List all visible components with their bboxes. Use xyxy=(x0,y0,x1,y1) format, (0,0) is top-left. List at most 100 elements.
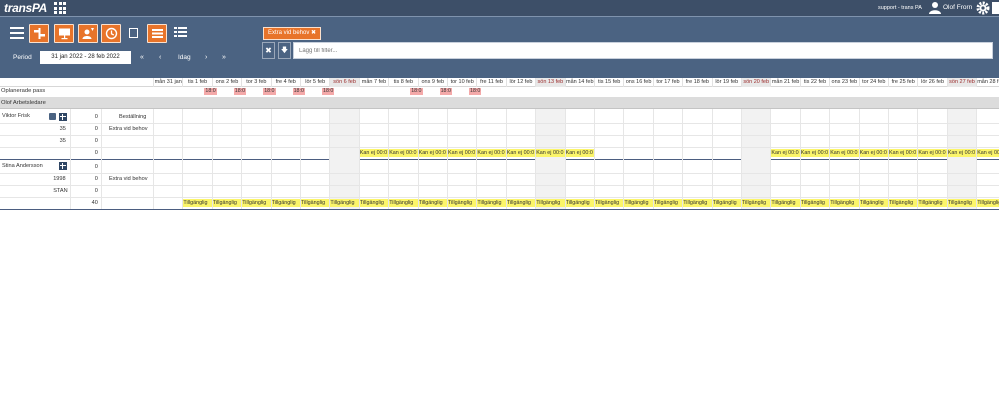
day-header-0[interactable]: mån 31 jan xyxy=(153,78,182,87)
day-header-8[interactable]: tis 8 feb xyxy=(388,78,417,87)
day-cell[interactable] xyxy=(300,109,329,159)
day-header-1[interactable]: tis 1 feb xyxy=(182,78,211,87)
availability-cell[interactable]: Tillgänglig xyxy=(183,199,212,207)
day-header-13[interactable]: sön 13 feb xyxy=(535,78,565,87)
availability-cell[interactable]: Tillgänglig xyxy=(624,199,653,207)
calendar-icon[interactable] xyxy=(59,162,67,170)
prev-period-button[interactable]: ‹ xyxy=(159,51,161,64)
day-header-2[interactable]: ons 2 feb xyxy=(211,78,241,87)
calendar-icon[interactable] xyxy=(59,113,67,121)
availability-cell[interactable]: Tillgänglig xyxy=(947,199,977,207)
availability-cell[interactable]: Tillgänglig xyxy=(389,199,418,207)
day-header-19[interactable]: lör 19 feb xyxy=(711,78,741,87)
unplanned-shift-5[interactable]: 18:0 xyxy=(410,88,423,95)
availability-cell[interactable]: Tillgänglig xyxy=(683,199,712,207)
person-name[interactable]: Viktor Frisk xyxy=(2,113,30,119)
day-header-17[interactable]: tor 17 feb xyxy=(652,78,682,87)
day-cell[interactable] xyxy=(153,159,182,209)
availability-cell[interactable]: Tillgänglig xyxy=(830,199,859,207)
unplanned-shift-6[interactable]: 18:0 xyxy=(439,88,452,95)
availability-cell[interactable]: Tillgänglig xyxy=(271,199,300,207)
side-panel-icon[interactable] xyxy=(992,2,999,14)
day-header-16[interactable]: ons 16 feb xyxy=(623,78,652,87)
time-button[interactable] xyxy=(101,24,121,43)
availability-cell[interactable]: Tillgänglig xyxy=(653,199,683,207)
period-input[interactable]: 31 jan 2022 - 28 feb 2022 xyxy=(40,51,131,64)
availability-cell[interactable]: Kan ej 00:0 xyxy=(800,149,830,157)
user-name[interactable]: Olof Frorn xyxy=(943,0,972,16)
availability-cell[interactable]: Kan ej 00:0 xyxy=(359,149,389,157)
active-filter-tag[interactable]: Extra vid behov ✖ xyxy=(263,27,322,40)
day-header-3[interactable]: tor 3 feb xyxy=(241,78,270,87)
group-header[interactable]: Olof Arbetsledare xyxy=(0,97,999,109)
user-icon[interactable] xyxy=(929,1,941,14)
availability-cell[interactable]: Tillgänglig xyxy=(330,199,359,207)
day-header-7[interactable]: mån 7 feb xyxy=(358,78,388,87)
availability-cell[interactable]: Tillgänglig xyxy=(536,199,565,207)
day-header-4[interactable]: fre 4 feb xyxy=(270,78,300,87)
availability-cell[interactable]: Kan ej 00:0 xyxy=(418,149,447,157)
day-header-28[interactable]: mån 28 feb xyxy=(976,78,999,87)
day-header-12[interactable]: lör 12 feb xyxy=(505,78,535,87)
day-cell[interactable] xyxy=(211,109,241,159)
apps-grid-icon[interactable] xyxy=(54,2,66,14)
day-cell[interactable] xyxy=(711,109,741,159)
day-cell[interactable] xyxy=(652,109,682,159)
availability-cell[interactable]: Kan ej 00:0 xyxy=(947,149,977,157)
availability-cell[interactable]: Tillgänglig xyxy=(242,199,271,207)
availability-cell[interactable]: Tillgänglig xyxy=(918,199,947,207)
day-header-27[interactable]: sön 27 feb xyxy=(946,78,977,87)
availability-cell[interactable]: Tillgänglig xyxy=(448,199,477,207)
day-cell[interactable] xyxy=(270,109,300,159)
day-cell[interactable] xyxy=(682,109,711,159)
availability-cell[interactable]: Kan ej 00:0 xyxy=(830,149,859,157)
availability-cell[interactable]: Tillgänglig xyxy=(712,199,741,207)
person-name[interactable]: Stina Andersson xyxy=(2,163,43,169)
availability-cell[interactable]: Tillgänglig xyxy=(418,199,447,207)
availability-cell[interactable]: Kan ej 00:0 xyxy=(565,149,594,157)
availability-cell[interactable]: Kan ej 00:0 xyxy=(889,149,918,157)
day-header-25[interactable]: fre 25 feb xyxy=(888,78,917,87)
availability-cell[interactable]: Tillgänglig xyxy=(859,199,888,207)
day-header-24[interactable]: tor 24 feb xyxy=(858,78,888,87)
first-period-button[interactable]: « xyxy=(140,51,144,64)
barcode-icon[interactable] xyxy=(129,28,138,38)
day-header-20[interactable]: sön 20 feb xyxy=(741,78,771,87)
filter-dropdown-icon[interactable]: 🡇 xyxy=(278,42,291,59)
gear-icon[interactable] xyxy=(976,1,990,15)
day-header-22[interactable]: tis 22 feb xyxy=(799,78,829,87)
unplanned-shift-2[interactable]: 18:0 xyxy=(263,88,276,95)
clear-filter-icon[interactable]: ✖ xyxy=(262,42,275,59)
day-header-10[interactable]: tor 10 feb xyxy=(447,78,476,87)
availability-cell[interactable]: Kan ej 00:0 xyxy=(859,149,888,157)
day-cell[interactable] xyxy=(241,109,270,159)
today-button[interactable]: Idag xyxy=(178,51,191,64)
availability-cell[interactable]: Tillgänglig xyxy=(889,199,918,207)
availability-cell[interactable]: Kan ej 00:0 xyxy=(477,149,506,157)
planning-button[interactable] xyxy=(29,24,49,43)
unplanned-shift-3[interactable]: 18:0 xyxy=(292,88,305,95)
menu-icon[interactable] xyxy=(10,27,24,39)
day-cell[interactable] xyxy=(623,109,652,159)
availability-cell[interactable]: Kan ej 00:0 xyxy=(448,149,477,157)
availability-cell[interactable]: Tillgänglig xyxy=(506,199,536,207)
day-header-15[interactable]: tis 15 feb xyxy=(594,78,623,87)
unplanned-shift-1[interactable]: 18:0 xyxy=(233,88,247,95)
availability-cell[interactable]: Kan ej 00:0 xyxy=(536,149,565,157)
day-header-26[interactable]: lör 26 feb xyxy=(917,78,946,87)
app-logo[interactable]: transPA xyxy=(4,0,47,16)
availability-cell[interactable]: Tillgänglig xyxy=(595,199,624,207)
availability-cell[interactable]: Tillgänglig xyxy=(477,199,506,207)
presentation-button[interactable] xyxy=(54,24,74,43)
unplanned-shift-0[interactable]: 18:0 xyxy=(204,88,217,95)
availability-cell[interactable]: Kan ej 00:0 xyxy=(771,149,800,157)
availability-cell[interactable]: Kan ej 00:0 xyxy=(918,149,947,157)
availability-cell[interactable]: Kan ej 00:0 xyxy=(977,149,999,157)
availability-cell[interactable]: Kan ej 00:0 xyxy=(389,149,418,157)
day-cell[interactable] xyxy=(594,109,623,159)
filter-input[interactable] xyxy=(293,42,993,59)
day-header-6[interactable]: sön 6 feb xyxy=(329,78,359,87)
unplanned-shift-4[interactable]: 18:0 xyxy=(322,88,335,95)
day-cell[interactable] xyxy=(182,109,211,159)
last-period-button[interactable]: » xyxy=(222,51,226,64)
